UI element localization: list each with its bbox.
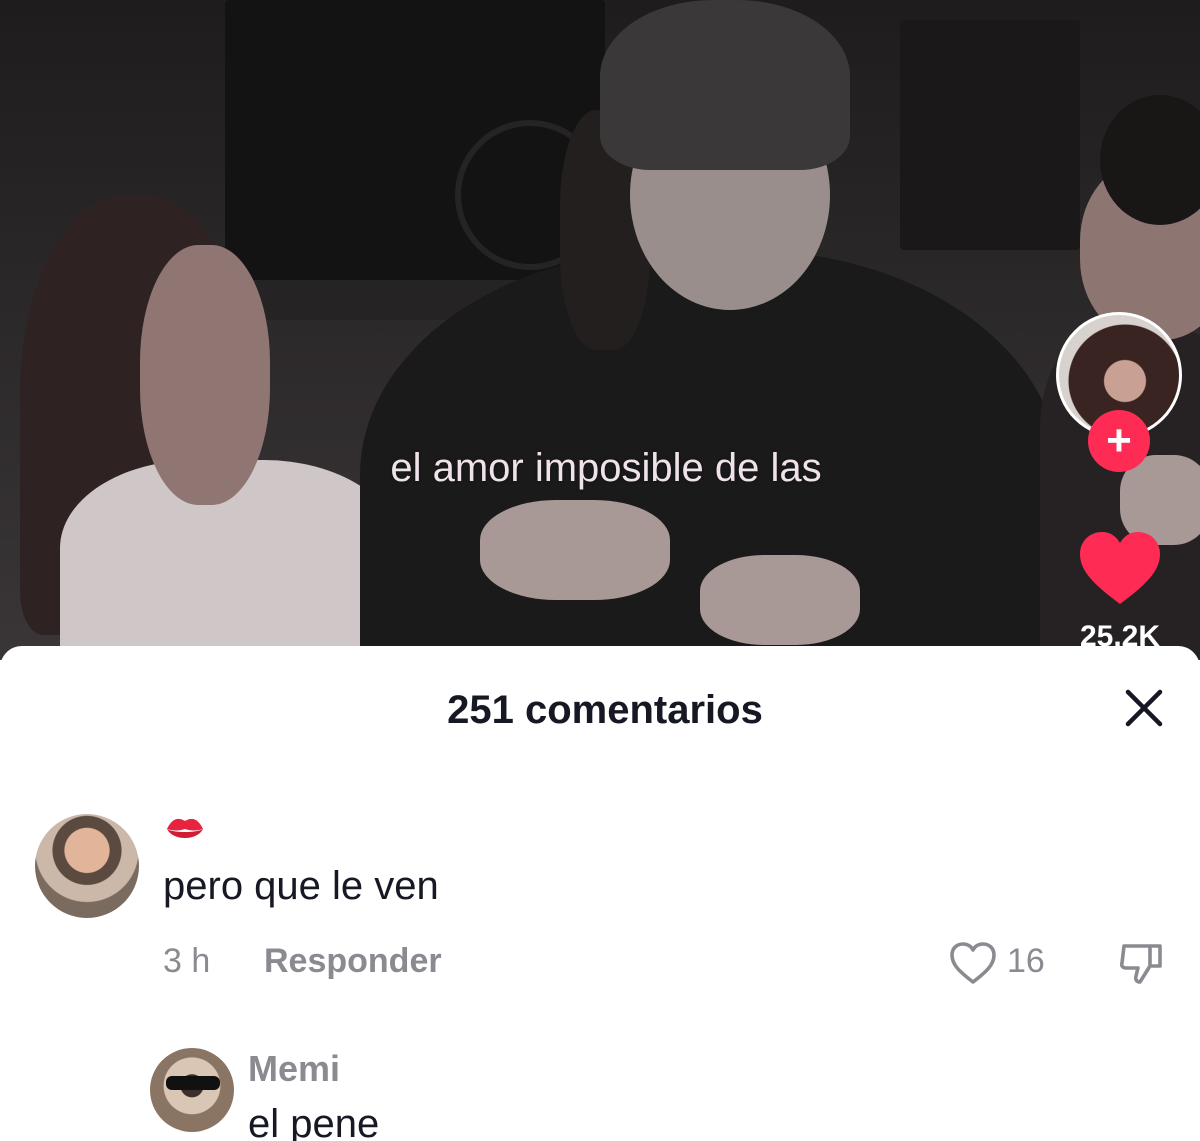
kiss-mark-icon <box>167 818 203 838</box>
reply-username[interactable]: Memi <box>248 1048 340 1090</box>
reply-text: el pene <box>248 1102 380 1141</box>
comment-text: pero que le ven <box>163 864 439 908</box>
follow-button[interactable]: + <box>1088 410 1150 472</box>
hand <box>700 555 860 645</box>
hand <box>480 500 670 600</box>
comments-title: 251 comentarios <box>447 688 763 732</box>
reply-button[interactable]: Responder <box>264 942 442 981</box>
video-player[interactable]: el amor imposible de las + 25.2K <box>0 0 1200 660</box>
comments-sheet: 251 comentarios pero que le ven 3 h Resp… <box>0 646 1200 1141</box>
heart-icon[interactable] <box>1076 528 1164 608</box>
comment-time: 3 h <box>163 942 211 980</box>
reply-avatar[interactable] <box>150 1048 234 1132</box>
background-panel <box>900 20 1080 250</box>
video-caption-text: el amor imposible de las <box>390 446 822 490</box>
video-caption: el amor imposible de las <box>0 446 1200 491</box>
center-person-beanie <box>600 0 850 170</box>
commenter-avatar[interactable] <box>35 814 139 918</box>
plus-icon: + <box>1106 416 1132 465</box>
thumbs-down-icon[interactable] <box>1116 938 1166 988</box>
close-icon[interactable] <box>1118 682 1170 734</box>
comment-like-count: 16 <box>1007 942 1045 980</box>
heart-outline-icon[interactable] <box>948 940 998 986</box>
